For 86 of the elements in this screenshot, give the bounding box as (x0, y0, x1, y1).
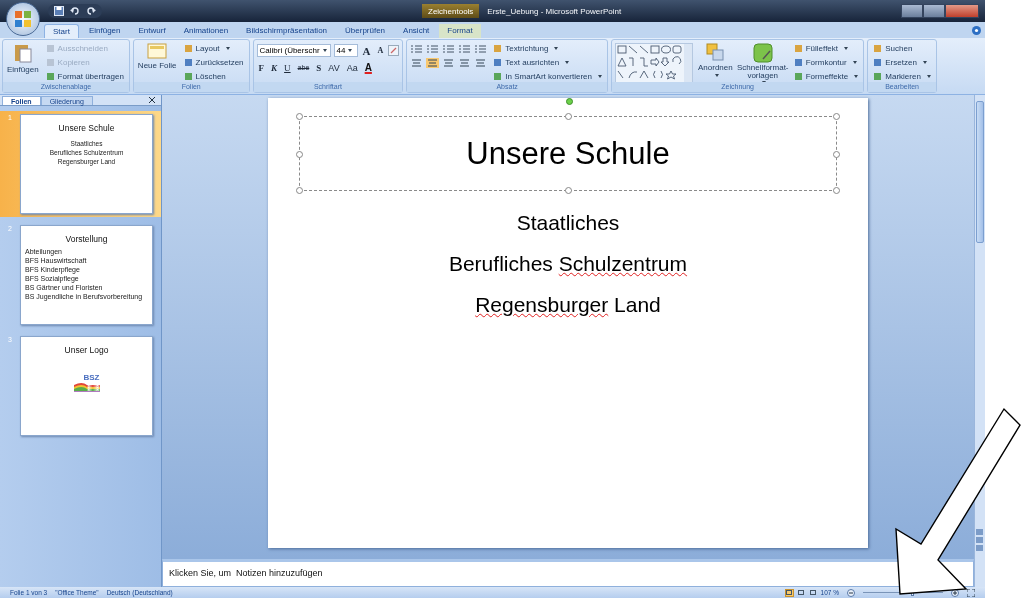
thumbnail-title: Vorstellung (65, 234, 108, 244)
ribbon-small-button[interactable]: Ersetzen (871, 56, 933, 68)
ribbon-small-button[interactable]: Zurücksetzen (181, 56, 246, 68)
ribbon-small-button[interactable]: Fülleffekt (791, 42, 861, 54)
resize-handle[interactable] (296, 187, 303, 194)
ribbon-tab[interactable]: Animationen (175, 24, 237, 38)
list-icon[interactable] (442, 44, 456, 54)
ribbon-small-button[interactable]: Löschen (181, 70, 246, 82)
font-size-button[interactable]: A (375, 44, 386, 57)
format-button[interactable]: AV (326, 61, 342, 74)
zoom-out-icon[interactable] (847, 588, 855, 597)
list-icon[interactable] (410, 44, 424, 54)
subtitle-line: Regensburger Land (475, 292, 661, 318)
wave-logo-icon (73, 382, 100, 392)
ribbon-tab[interactable]: Start (44, 24, 79, 38)
ribbon-small-button[interactable]: Formeffekte (791, 70, 861, 82)
help-icon[interactable] (972, 25, 981, 35)
window-controls[interactable] (901, 4, 979, 18)
redo-icon[interactable] (86, 6, 96, 16)
ribbon-small-button[interactable]: Formkontur (791, 56, 861, 68)
thumbnail-title: Unser Logo (64, 345, 109, 355)
ribbon-small-button[interactable]: Text ausrichten (491, 56, 604, 68)
align-icon[interactable] (442, 58, 456, 68)
list-icon[interactable] (474, 44, 488, 54)
align-icon[interactable] (410, 58, 424, 68)
quick-styles-icon (752, 43, 773, 63)
view-button[interactable] (784, 588, 794, 597)
view-button[interactable] (808, 588, 818, 597)
format-button[interactable]: A (362, 61, 374, 74)
thumbnail-title: Unsere Schule (58, 123, 115, 133)
arrange-icon (706, 43, 725, 61)
ribbon-small-button[interactable]: In SmartArt konvertieren (491, 70, 604, 82)
resize-handle[interactable] (296, 151, 303, 158)
ribbon-tab[interactable]: Einfügen (80, 24, 129, 38)
window-title: Erste_Uebung - Microsoft PowerPoint (487, 6, 622, 16)
list-icon[interactable] (458, 44, 472, 54)
ribbon-large-button[interactable]: Einfügen (6, 42, 40, 75)
format-button[interactable]: U (282, 61, 293, 74)
notes-field[interactable]: Klicken Sie, um Notizen hinzuzufügen (162, 559, 974, 587)
shapes-gallery[interactable] (615, 43, 693, 82)
resize-handle[interactable] (833, 113, 840, 120)
format-button[interactable]: Aa (344, 61, 360, 74)
logo-text: BSZ (83, 374, 100, 382)
close-icon[interactable] (149, 97, 155, 103)
format-button[interactable]: F (256, 61, 267, 74)
format-button[interactable]: K (269, 61, 280, 74)
view-button[interactable] (796, 588, 806, 597)
center-align-icon[interactable] (426, 58, 440, 68)
undo-icon[interactable] (70, 6, 80, 16)
slide-thumbnail[interactable]: Unser Logo BSZ (20, 336, 153, 436)
office-logo-icon (14, 10, 32, 28)
format-button[interactable]: S (314, 61, 324, 74)
ribbon-tab[interactable]: Ansicht (395, 24, 438, 38)
font-size-field[interactable]: 44 (333, 44, 358, 57)
fit-window-icon[interactable] (967, 588, 975, 597)
font-size-button[interactable]: A (360, 44, 373, 57)
clipboard-icon (13, 43, 32, 63)
slide-title[interactable]: Unsere Schule (466, 135, 670, 172)
resize-handle[interactable] (565, 187, 572, 194)
align-icon[interactable] (458, 58, 472, 68)
resize-handle[interactable] (833, 151, 840, 158)
ribbon-small-button[interactable]: Markieren (871, 70, 933, 82)
new-slide-icon (147, 43, 168, 59)
ribbon-small-button[interactable]: Textrichtung (491, 42, 604, 54)
resize-handle[interactable] (833, 187, 840, 194)
save-icon[interactable] (54, 6, 64, 16)
subtitle-line: Staatliches (516, 210, 620, 236)
context-tab-title: Zeichentools (422, 4, 480, 18)
ribbon-large-button[interactable]: Neue Folie (136, 42, 178, 71)
resize-handle[interactable] (296, 113, 303, 120)
ribbon-tab[interactable]: Überprüfen (337, 24, 394, 38)
rotate-handle[interactable] (566, 98, 573, 105)
ribbon-tab[interactable]: Entwurf (130, 24, 174, 38)
ribbon-large-button[interactable]: Schnellformat-vorlagen (737, 42, 788, 82)
clear-format-icon[interactable] (388, 45, 400, 56)
resize-handle[interactable] (565, 113, 572, 120)
ribbon-small-button[interactable]: Format übertragen (43, 70, 126, 82)
ribbon-small-button[interactable]: Layout (181, 42, 246, 54)
ribbon-large-button[interactable]: Anordnen (697, 42, 734, 78)
ribbon-tab[interactable]: Format (439, 24, 481, 38)
align-icon[interactable] (474, 58, 488, 68)
list-icon[interactable] (426, 44, 440, 54)
ribbon-tab[interactable]: Bildschirmpräsentation (238, 24, 336, 38)
ribbon-small-button[interactable]: Suchen (871, 42, 933, 54)
font-name-field[interactable]: Calibri (Überschr (256, 44, 331, 57)
subtitle-line: Berufliches Schulzentrum (448, 251, 688, 277)
